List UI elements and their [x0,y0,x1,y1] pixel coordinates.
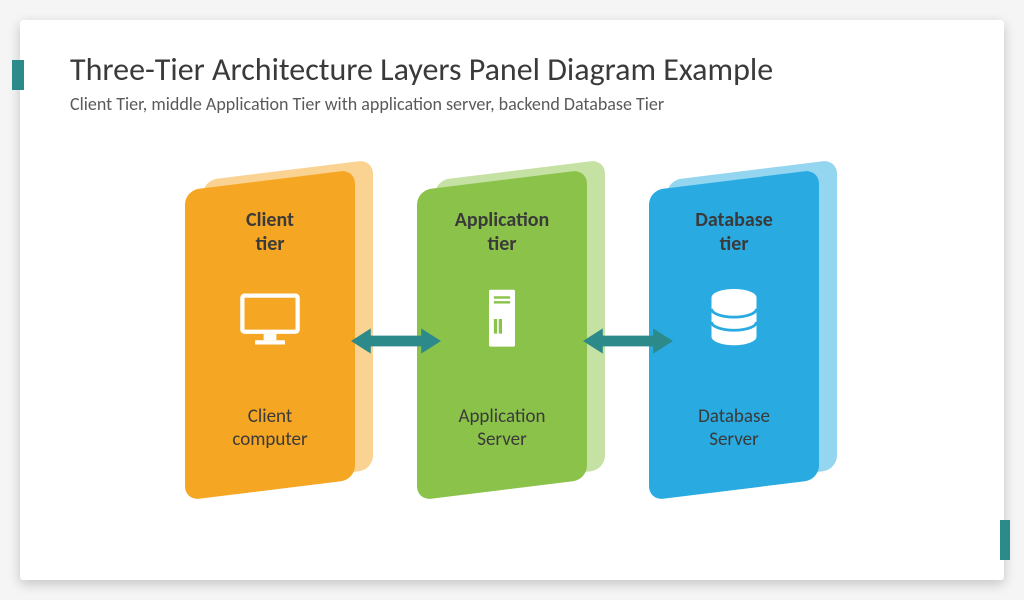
tier-content: Client tier Client computer [199,208,341,462]
tier-database: Database tier Database Server [649,170,839,500]
tier-caption: Application Server [458,405,545,453]
tier-caption: Client computer [232,405,307,453]
bidirectional-arrow-icon [351,323,441,359]
tier-content: Application tier Application Server [431,208,573,462]
tier-caption: Database Server [698,405,770,453]
slide-subtitle: Client Tier, middle Application Tier wit… [70,93,954,115]
tier-panel: Application tier Application Server [417,170,587,501]
database-icon [699,284,769,354]
tier-client: Client tier Client computer [185,170,375,500]
bidirectional-arrow-icon [583,323,673,359]
tier-title: Application tier [455,208,550,256]
slide: Three-Tier Architecture Layers Panel Dia… [20,20,1004,580]
monitor-icon [235,284,305,354]
accent-right [1000,520,1010,560]
slide-title: Three-Tier Architecture Layers Panel Dia… [70,50,954,89]
tier-panel: Client tier Client computer [185,170,355,501]
tier-title: Database tier [695,208,773,256]
server-icon [467,284,537,354]
accent-left [12,60,24,90]
three-tier-diagram: Client tier Client computer [70,170,954,500]
tier-application: Application tier Application Server [417,170,607,500]
tier-panel: Database tier Database Server [649,170,819,501]
tier-title: Client tier [246,208,294,256]
tier-content: Database tier Database Server [663,208,805,462]
